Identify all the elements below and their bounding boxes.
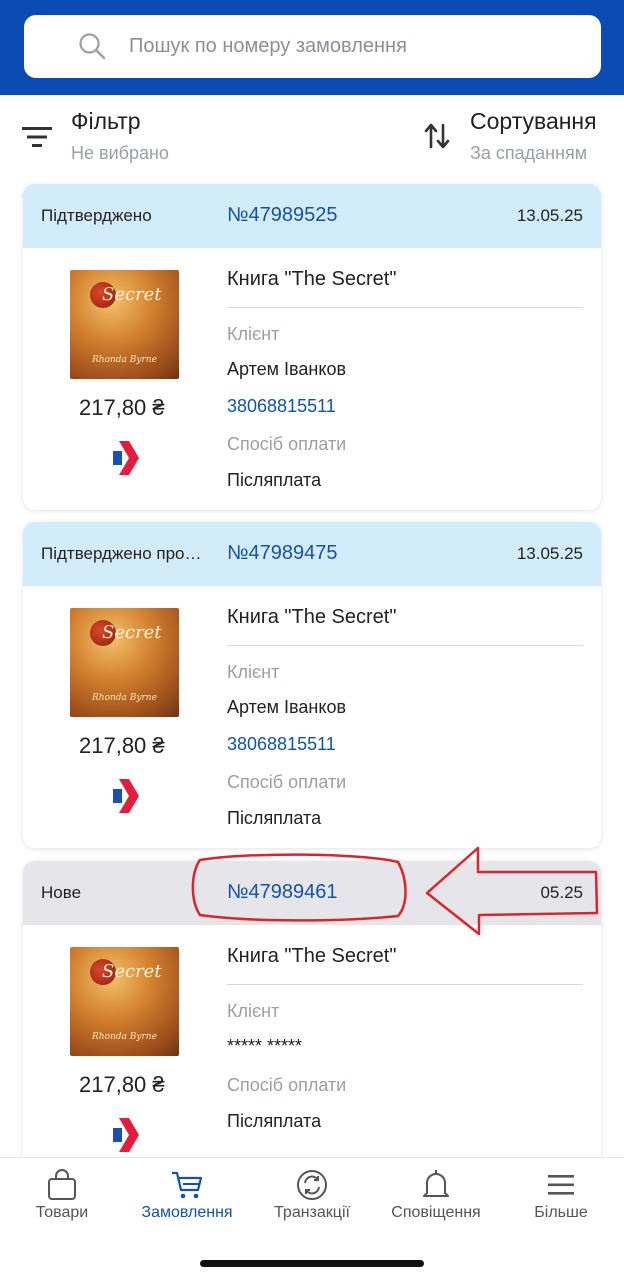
order-number[interactable]: №47989525 bbox=[227, 204, 337, 227]
payment-method: Післяплата bbox=[227, 1111, 322, 1131]
order-price: 217,80 ₴ bbox=[79, 395, 165, 420]
order-status: Підтверджено bbox=[41, 206, 152, 225]
product-image[interactable]: Secret Rhonda Byrne bbox=[70, 947, 179, 1056]
sync-icon bbox=[297, 1170, 327, 1200]
bag-icon bbox=[48, 1169, 76, 1200]
client-name: Артем Іванков bbox=[227, 697, 347, 717]
sort-label[interactable]: Сортування bbox=[470, 108, 597, 135]
filter-value: Не вибрано bbox=[71, 143, 169, 163]
divider bbox=[227, 984, 583, 985]
payment-method: Післяплата bbox=[227, 808, 322, 828]
product-image[interactable]: Secret Rhonda Byrne bbox=[70, 608, 179, 717]
delivery-logo-icon bbox=[113, 779, 139, 813]
client-name-masked: ***** ***** bbox=[227, 1036, 303, 1056]
home-indicator bbox=[200, 1260, 424, 1267]
search-input[interactable]: Пошук по номеру замовлення bbox=[129, 35, 407, 58]
order-card[interactable]: Підтверджено №47989525 13.05.25 Secret Rh… bbox=[23, 184, 601, 510]
order-number[interactable]: №47989461 bbox=[227, 881, 337, 904]
order-card[interactable]: Підтверджено про… №47989475 13.05.25 Sec… bbox=[23, 522, 601, 848]
order-number[interactable]: №47989475 bbox=[227, 542, 337, 565]
payment-method: Післяплата bbox=[227, 470, 322, 490]
client-name: Артем Іванков bbox=[227, 359, 347, 379]
tab-label: Більше bbox=[534, 1204, 588, 1221]
client-phone[interactable]: 38068815511 bbox=[227, 734, 336, 755]
divider bbox=[227, 307, 583, 308]
tab-transactions[interactable]: Транзакції bbox=[257, 1168, 367, 1222]
tab-label: Замовлення bbox=[141, 1204, 233, 1221]
filter-label[interactable]: Фільтр bbox=[71, 108, 141, 135]
client-label: Клієнт bbox=[227, 324, 280, 344]
product-title: Книга "The Secret" bbox=[227, 268, 397, 290]
tab-label: Транзакції bbox=[274, 1204, 350, 1221]
tab-more[interactable]: Більше bbox=[506, 1168, 616, 1222]
order-price: 217,80 ₴ bbox=[79, 733, 165, 758]
client-label: Клієнт bbox=[227, 662, 280, 682]
client-label: Клієнт bbox=[227, 1001, 280, 1021]
tab-label: Сповіщення bbox=[391, 1204, 481, 1221]
order-card[interactable]: Нове №47989461 05.25 Secret Rhonda Byrne … bbox=[23, 861, 601, 1171]
search-icon bbox=[79, 33, 106, 60]
sort-icon[interactable] bbox=[424, 122, 450, 150]
filter-icon[interactable] bbox=[22, 125, 52, 149]
bell-icon bbox=[423, 1170, 449, 1197]
order-date: 13.05.25 bbox=[516, 544, 583, 563]
payment-label: Спосіб оплати bbox=[227, 772, 347, 792]
tab-orders[interactable]: Замовлення bbox=[132, 1168, 242, 1222]
order-status: Підтверджено про… bbox=[41, 544, 202, 563]
order-date: 13.05.25 bbox=[516, 206, 583, 225]
cart-icon bbox=[172, 1171, 203, 1199]
tab-notifications[interactable]: Сповіщення bbox=[381, 1168, 491, 1222]
order-header: Підтверджено про… №47989475 13.05.25 bbox=[23, 522, 601, 586]
payment-label: Спосіб оплати bbox=[227, 434, 347, 454]
order-date: 05.25 bbox=[540, 883, 583, 902]
search-field[interactable]: Пошук по номеру замовлення bbox=[24, 15, 601, 78]
menu-icon bbox=[548, 1175, 574, 1195]
payment-label: Спосіб оплати bbox=[227, 1075, 347, 1095]
order-header: Нове №47989461 05.25 bbox=[23, 861, 601, 925]
product-image[interactable]: Secret Rhonda Byrne bbox=[70, 270, 179, 379]
client-phone[interactable]: 38068815511 bbox=[227, 396, 336, 417]
order-price: 217,80 ₴ bbox=[79, 1072, 165, 1097]
sort-value: За спаданням bbox=[470, 143, 588, 163]
divider bbox=[227, 645, 583, 646]
product-title: Книга "The Secret" bbox=[227, 606, 397, 628]
delivery-logo-icon bbox=[113, 1118, 139, 1152]
tab-label: Товари bbox=[35, 1204, 89, 1221]
order-status: Нове bbox=[41, 883, 82, 902]
product-title: Книга "The Secret" bbox=[227, 945, 397, 967]
delivery-logo-icon bbox=[113, 441, 139, 475]
tab-products[interactable]: Товари bbox=[7, 1168, 117, 1222]
order-header: Підтверджено №47989525 13.05.25 bbox=[23, 184, 601, 248]
